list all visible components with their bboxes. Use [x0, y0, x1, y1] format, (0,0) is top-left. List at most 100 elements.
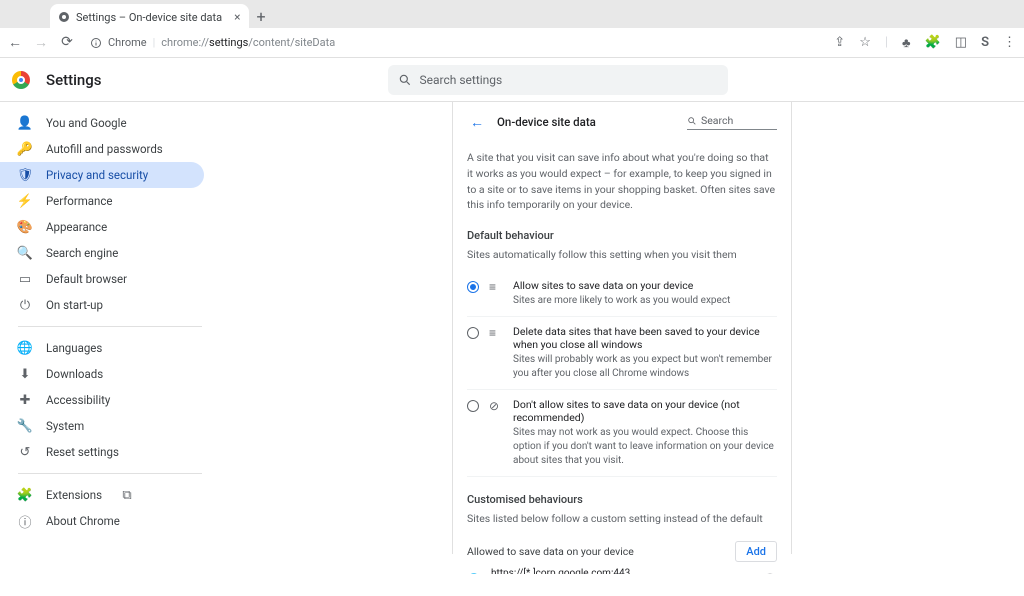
- panel-icon[interactable]: ◫: [955, 35, 967, 50]
- system-icon: 🔧: [18, 419, 32, 433]
- panel-search-input[interactable]: Search: [687, 114, 777, 130]
- appearance-icon: 🎨: [18, 220, 32, 234]
- share-icon[interactable]: ⇪: [834, 35, 845, 50]
- delete-site-icon[interactable]: 🗑: [763, 573, 777, 575]
- option-title: Delete data sites that have been saved t…: [513, 325, 777, 351]
- add-allowed-button[interactable]: Add: [735, 541, 777, 562]
- custom-behaviours-sub: Sites listed below follow a custom setti…: [467, 512, 777, 525]
- sidebar-item-label: Reset settings: [46, 445, 119, 459]
- panel-description: A site that you visit can save info abou…: [467, 150, 777, 213]
- sidebar-item-autofill[interactable]: 🔑Autofill and passwords: [0, 136, 204, 162]
- option-title: Don't allow sites to save data on your d…: [513, 398, 777, 424]
- performance-icon: ⚡: [18, 194, 32, 208]
- panel-title: On-device site data: [497, 115, 677, 129]
- option-sub: Sites are more likely to work as you wou…: [513, 294, 777, 308]
- sidebar-item-label: Default browser: [46, 272, 127, 286]
- sidebar-item-default-browser[interactable]: ▭ Default browser: [0, 266, 204, 292]
- radio-icon: [467, 281, 479, 293]
- new-tab-button[interactable]: +: [257, 7, 266, 28]
- site-info-icon[interactable]: [90, 37, 102, 49]
- sidebar-item-accessibility[interactable]: ✚ Accessibility: [0, 387, 204, 413]
- person-icon: 👤: [18, 116, 32, 130]
- url-scheme: Chrome: [108, 36, 147, 49]
- sidebar-item-label: You and Google: [46, 116, 127, 130]
- default-behaviour-label: Default behaviour: [467, 229, 777, 242]
- sidebar-item-appearance[interactable]: 🎨Appearance: [0, 214, 204, 240]
- info-icon: ⓘ: [18, 514, 32, 528]
- extensions-icon[interactable]: 🧩: [925, 35, 941, 50]
- url-path-bold: settings: [209, 36, 248, 49]
- radio-icon: [467, 400, 479, 412]
- sidebar-item-reset[interactable]: ↺Reset settings: [0, 439, 204, 465]
- sidebar-separator: [18, 473, 202, 474]
- option-delete-on-close[interactable]: ≡ Delete data sites that have been saved…: [467, 317, 777, 390]
- search-placeholder: Search settings: [420, 73, 503, 87]
- chrome-logo-icon: [12, 71, 30, 89]
- settings-sidebar: 👤You and Google 🔑Autofill and passwords …: [0, 102, 220, 574]
- external-link-icon: ⧉: [120, 488, 134, 502]
- back-icon[interactable]: ←: [8, 34, 22, 51]
- url-path-rest: /content/siteData: [248, 36, 335, 49]
- tab-strip: Settings – On-device site data × +: [0, 0, 1024, 28]
- sidebar-item-label: Privacy and security: [46, 168, 148, 182]
- allowed-section-label: Allowed to save data on your device: [467, 545, 634, 558]
- puzzle-icon: 🧩: [18, 488, 32, 502]
- sidebar-item-label: Languages: [46, 341, 102, 355]
- search-settings-input[interactable]: Search settings: [388, 65, 728, 95]
- panel-back-button[interactable]: ←: [467, 112, 487, 132]
- search-icon: [687, 116, 697, 126]
- storage-icon: ≡: [489, 280, 503, 294]
- menu-icon[interactable]: ⋮: [1003, 35, 1016, 50]
- browser-tab[interactable]: Settings – On-device site data ×: [50, 4, 249, 28]
- power-icon: ⏻: [18, 298, 32, 312]
- settings-panel: ← On-device site data Search A site that…: [452, 102, 792, 554]
- browser-icon: ▭: [18, 272, 32, 286]
- notification-icon[interactable]: ♣: [902, 35, 911, 51]
- sidebar-item-label: About Chrome: [46, 514, 120, 528]
- sidebar-item-label: Accessibility: [46, 393, 110, 407]
- forward-icon[interactable]: →: [34, 34, 48, 51]
- sidebar-item-label: Autofill and passwords: [46, 142, 163, 156]
- option-sub: Sites may not work as you would expect. …: [513, 426, 777, 468]
- sidebar-item-system[interactable]: 🔧 System: [0, 413, 204, 439]
- sidebar-item-label: System: [46, 419, 84, 433]
- settings-header: Settings Search settings: [0, 58, 1024, 102]
- sidebar-item-label: Performance: [46, 194, 113, 208]
- shield-icon: 🛡: [18, 168, 32, 182]
- sidebar-separator: [18, 326, 202, 327]
- option-block[interactable]: ⊘ Don't allow sites to save data on your…: [467, 390, 777, 477]
- sidebar-item-about[interactable]: ⓘ About Chrome: [0, 508, 204, 534]
- bookmark-icon[interactable]: ☆: [859, 35, 871, 50]
- sidebar-item-privacy[interactable]: 🛡 Privacy and security: [0, 162, 204, 188]
- reload-icon[interactable]: ⟳: [60, 34, 74, 51]
- download-icon: ⬇: [18, 367, 32, 381]
- sidebar-item-downloads[interactable]: ⬇ Downloads: [0, 361, 204, 387]
- sidebar-item-you-and-google[interactable]: 👤 You and Google: [0, 110, 204, 136]
- browser-toolbar: ← → ⟳ Chrome | chrome://settings/content…: [0, 28, 1024, 58]
- sidebar-item-startup[interactable]: ⏻On start-up: [0, 292, 204, 318]
- default-behaviour-sub: Sites automatically follow this setting …: [467, 248, 777, 261]
- sidebar-item-label: Search engine: [46, 246, 118, 260]
- storage-icon: ≡: [489, 326, 503, 340]
- close-tab-icon[interactable]: ×: [234, 10, 240, 24]
- allowed-site-row: 🌐 https://[*.]corp.google.com:443 embedd…: [467, 562, 777, 574]
- radio-icon: [467, 327, 479, 339]
- panel-search-placeholder: Search: [701, 114, 733, 127]
- sidebar-item-search-engine[interactable]: 🔍Search engine: [0, 240, 204, 266]
- site-url: https://[*.]corp.google.com:443: [491, 568, 753, 574]
- sidebar-item-label: Extensions: [46, 488, 102, 502]
- globe-icon: 🌐: [18, 341, 32, 355]
- option-allow[interactable]: ≡ Allow sites to save data on your devic…: [467, 271, 777, 317]
- accessibility-icon: ✚: [18, 393, 32, 407]
- sidebar-item-languages[interactable]: 🌐 Languages: [0, 335, 204, 361]
- sidebar-item-extensions[interactable]: 🧩 Extensions ⧉: [0, 482, 204, 508]
- profile-icon[interactable]: S: [981, 35, 989, 50]
- tab-favicon: [58, 11, 70, 23]
- search-icon: [398, 73, 412, 87]
- sidebar-item-label: Downloads: [46, 367, 103, 381]
- sidebar-item-performance[interactable]: ⚡ Performance: [0, 188, 204, 214]
- option-title: Allow sites to save data on your device: [513, 279, 777, 292]
- address-bar[interactable]: Chrome | chrome://settings/content/siteD…: [82, 36, 826, 49]
- block-icon: ⊘: [489, 399, 503, 413]
- globe-icon: 🌐: [467, 573, 481, 575]
